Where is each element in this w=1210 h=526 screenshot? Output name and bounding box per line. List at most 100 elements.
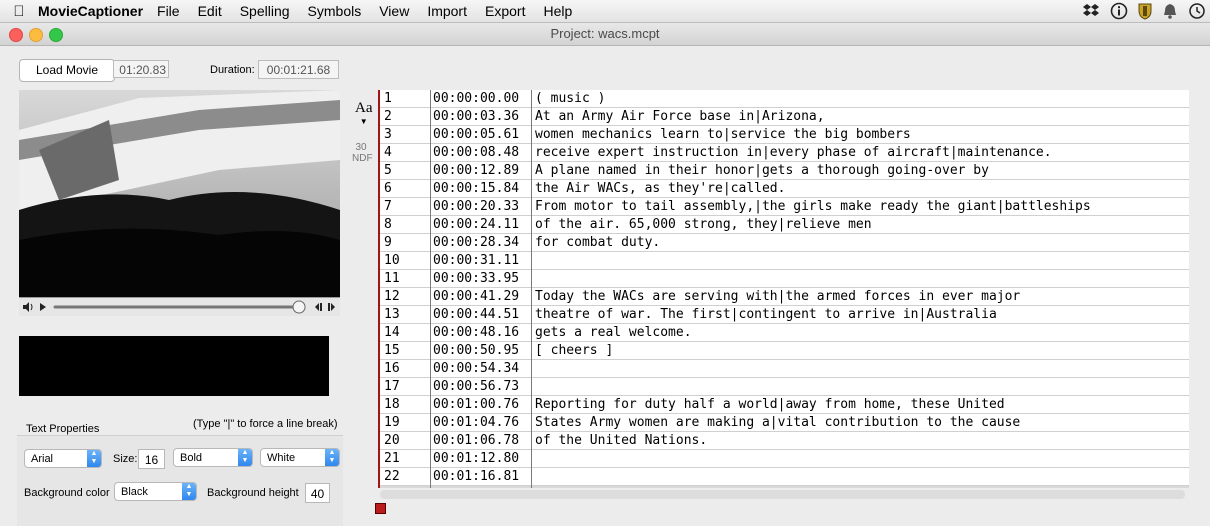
caption-timecode[interactable]: 00:00:20.33 — [433, 198, 529, 215]
caption-number[interactable]: 13 — [384, 306, 430, 323]
text-color-select[interactable]: White ▲ ▼ — [260, 448, 340, 467]
caption-number[interactable]: 3 — [384, 126, 430, 143]
menu-file[interactable]: File — [157, 3, 180, 19]
caption-timecode[interactable]: 00:00:54.34 — [433, 360, 529, 377]
caption-row[interactable]: 6 00:00:15.84 the Air WACs, as they're|cal… — [380, 180, 1189, 198]
caption-number[interactable]: 5 — [384, 162, 430, 179]
info-icon[interactable] — [1110, 2, 1128, 20]
load-movie-button[interactable]: Load Movie — [19, 59, 115, 82]
caption-number[interactable]: 14 — [384, 324, 430, 341]
caption-row[interactable]: 11 00:00:33.95 — [380, 270, 1189, 288]
dropbox-icon[interactable] — [1082, 3, 1100, 19]
caption-row[interactable]: 9 00:00:28.34 for combat duty. — [380, 234, 1189, 252]
caption-timecode[interactable]: 00:01:16.81 — [433, 468, 529, 485]
size-field[interactable]: 16 — [138, 449, 165, 469]
caption-timecode[interactable]: 00:00:15.84 — [433, 180, 529, 197]
caption-row[interactable]: 4 00:00:08.48 receive expert instruction i… — [380, 144, 1189, 162]
caption-number[interactable]: 15 — [384, 342, 430, 359]
shield-icon[interactable] — [1138, 2, 1152, 20]
caption-number[interactable]: 19 — [384, 414, 430, 431]
caption-number[interactable]: 7 — [384, 198, 430, 215]
caption-timecode[interactable]: 00:00:00.00 — [433, 90, 529, 107]
apple-icon[interactable]:  — [0, 3, 38, 20]
caption-text[interactable]: A plane named in their honor|gets a thor… — [535, 162, 1185, 179]
caption-text[interactable]: of the United Nations. — [535, 432, 1185, 449]
caption-row[interactable]: 14 00:00:48.16 gets a real welcome. — [380, 324, 1189, 342]
caption-row[interactable]: 5 00:00:12.89 A plane named in their honor… — [380, 162, 1189, 180]
caption-timecode[interactable]: 00:00:31.11 — [433, 252, 529, 269]
background-height-field[interactable]: 40 — [305, 483, 330, 503]
caption-number[interactable]: 23 — [384, 486, 430, 488]
caption-number[interactable]: 20 — [384, 432, 430, 449]
caption-row[interactable]: 22 00:01:16.81 — [380, 468, 1189, 486]
caption-timecode[interactable]: 00:00:08.48 — [433, 144, 529, 161]
caption-text[interactable]: ( music ) — [535, 90, 1185, 107]
caption-number[interactable]: 12 — [384, 288, 430, 305]
caption-timecode[interactable]: 00:00:41.29 — [433, 288, 529, 305]
caption-timecode[interactable]: 00:01:20.83 — [433, 486, 529, 488]
step-forward-icon[interactable] — [328, 303, 335, 311]
caption-text[interactable]: gets a real welcome. — [535, 324, 1185, 341]
font-select[interactable]: Arial ▲ ▼ — [24, 449, 102, 468]
caption-timecode[interactable]: 00:00:50.95 — [433, 342, 529, 359]
caption-timecode[interactable]: 00:01:06.78 — [433, 432, 529, 449]
caption-timecode[interactable]: 00:00:03.36 — [433, 108, 529, 125]
caption-row[interactable]: 20 00:01:06.78 of the United Nations. — [380, 432, 1189, 450]
caption-timecode[interactable]: 00:00:48.16 — [433, 324, 529, 341]
caption-text[interactable]: States Army women are making a|vital con… — [535, 414, 1185, 431]
caption-number[interactable]: 2 — [384, 108, 430, 125]
notification-bell-icon[interactable] — [1162, 2, 1178, 20]
caption-row[interactable]: 19 00:01:04.76 States Army women are makin… — [380, 414, 1189, 432]
caption-row[interactable]: 12 00:00:41.29 Today the WACs are serving … — [380, 288, 1189, 306]
font-weight-select[interactable]: Bold ▲ ▼ — [173, 448, 253, 467]
caption-timecode[interactable]: 00:01:00.76 — [433, 396, 529, 413]
caption-number[interactable]: 17 — [384, 378, 430, 395]
caption-row[interactable]: 2300:01:20.83 — [380, 486, 1189, 488]
play-icon[interactable] — [40, 303, 46, 311]
caption-number[interactable]: 18 — [384, 396, 430, 413]
caption-number[interactable]: 10 — [384, 252, 430, 269]
minimize-window-button[interactable] — [29, 28, 43, 42]
caption-row[interactable]: 13 00:00:44.51 theatre of war. The first|c… — [380, 306, 1189, 324]
caption-timecode[interactable]: 00:01:04.76 — [433, 414, 529, 431]
step-back-icon[interactable] — [315, 303, 322, 311]
volume-icon[interactable] — [23, 302, 33, 312]
caption-row[interactable]: 21 00:01:12.80 — [380, 450, 1189, 468]
menu-export[interactable]: Export — [485, 3, 525, 19]
caption-text[interactable]: the Air WACs, as they're|called. — [535, 180, 1185, 197]
caption-number[interactable]: 21 — [384, 450, 430, 467]
background-color-select[interactable]: Black ▲ ▼ — [114, 482, 197, 501]
caption-text[interactable]: Reporting for duty half a world|away fro… — [535, 396, 1185, 413]
caption-row[interactable]: 15 00:00:50.95 [ cheers ] — [380, 342, 1189, 360]
zoom-window-button[interactable] — [49, 28, 63, 42]
caption-timecode[interactable]: 00:00:56.73 — [433, 378, 529, 395]
caption-text[interactable]: theatre of war. The first|contingent to … — [535, 306, 1185, 323]
caption-row[interactable]: 17 00:00:56.73 — [380, 378, 1189, 396]
menu-help[interactable]: Help — [543, 3, 572, 19]
caption-timecode[interactable]: 00:00:33.95 — [433, 270, 529, 287]
caption-row[interactable]: 3 00:00:05.61 women mechanics learn to|ser… — [380, 126, 1189, 144]
menu-app-name[interactable]: MovieCaptioner — [38, 3, 143, 19]
menu-view[interactable]: View — [379, 3, 409, 19]
caption-timecode[interactable]: 00:00:44.51 — [433, 306, 529, 323]
caption-text[interactable]: for combat duty. — [535, 234, 1185, 251]
playback-scrubber[interactable] — [292, 300, 306, 314]
close-window-button[interactable] — [9, 28, 23, 42]
caption-timecode[interactable]: 00:00:24.11 — [433, 216, 529, 233]
caption-number[interactable]: 9 — [384, 234, 430, 251]
caption-text[interactable]: [ cheers ] — [535, 342, 1185, 359]
caption-text[interactable]: women mechanics learn to|service the big… — [535, 126, 1185, 143]
caption-text[interactable]: of the air. 65,000 strong, they|relieve … — [535, 216, 1185, 233]
caption-timecode[interactable]: 00:00:28.34 — [433, 234, 529, 251]
caption-timecode[interactable]: 00:00:05.61 — [433, 126, 529, 143]
caption-timecode[interactable]: 00:01:12.80 — [433, 450, 529, 467]
caption-number[interactable]: 11 — [384, 270, 430, 287]
caption-row[interactable]: 16 00:00:54.34 — [380, 360, 1189, 378]
caption-text[interactable]: From motor to tail assembly,|the girls m… — [535, 198, 1185, 215]
caption-number[interactable]: 22 — [384, 468, 430, 485]
caption-text[interactable]: Today the WACs are serving with|the arme… — [535, 288, 1185, 305]
caption-row[interactable]: 7 00:00:20.33 From motor to tail assembly,… — [380, 198, 1189, 216]
caption-number[interactable]: 1 — [384, 90, 430, 107]
caption-text[interactable]: At an Army Air Force base in|Arizona, — [535, 108, 1185, 125]
timeline-marker[interactable] — [375, 503, 386, 514]
